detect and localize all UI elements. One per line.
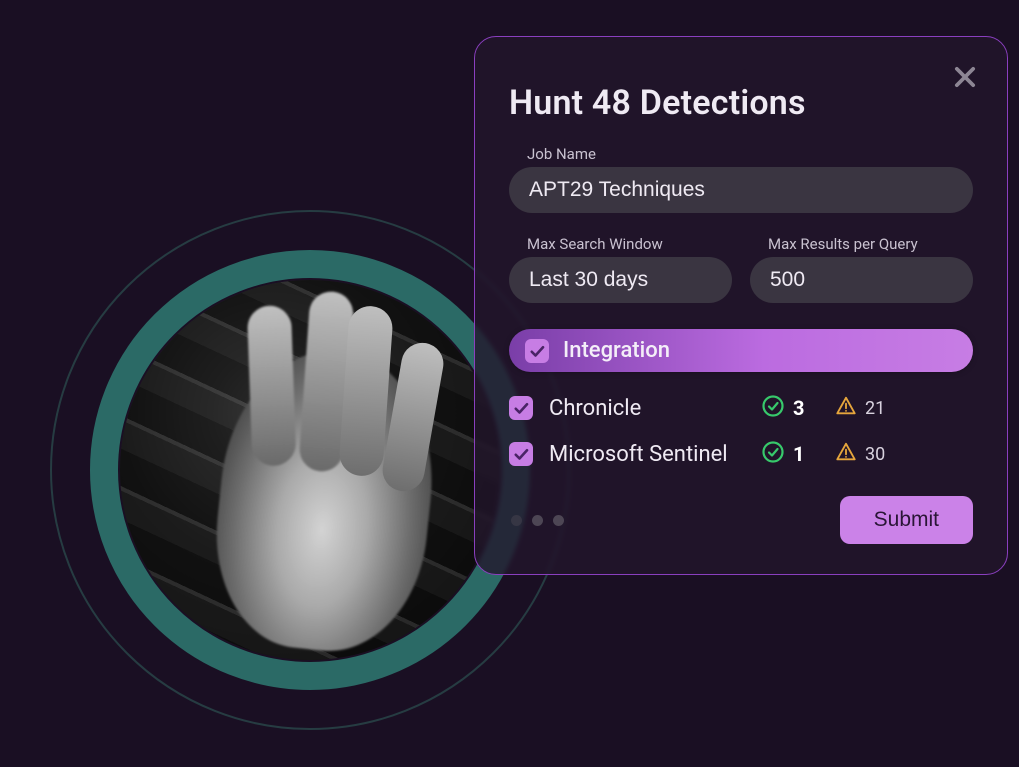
max-results-input[interactable]: [750, 257, 973, 303]
integration-row: Microsoft Sentinel 1: [509, 440, 973, 468]
integration-row: Chronicle 3 21: [509, 394, 973, 422]
warn-count: 21: [865, 398, 885, 419]
integration-list: Chronicle 3 21: [509, 394, 973, 468]
check-icon: [512, 399, 530, 417]
warning-icon: [835, 441, 857, 467]
warning-icon: [835, 395, 857, 421]
job-name-label: Job Name: [509, 145, 973, 163]
integration-header[interactable]: Integration: [509, 329, 973, 372]
integration-checkbox[interactable]: [509, 396, 533, 420]
pagination-dots: [509, 515, 564, 526]
integration-name: Microsoft Sentinel: [549, 442, 745, 467]
integration-master-checkbox[interactable]: [525, 339, 549, 363]
integration-label: Integration: [563, 338, 670, 363]
success-stat: 1: [761, 440, 819, 468]
integration-name: Chronicle: [549, 396, 745, 421]
max-window-input[interactable]: [509, 257, 732, 303]
success-stat: 3: [761, 394, 819, 422]
modal-title: Hunt 48 Detections: [509, 83, 806, 123]
warn-count: 30: [865, 444, 885, 465]
page-dot[interactable]: [553, 515, 564, 526]
max-results-label: Max Results per Query: [750, 235, 973, 253]
warn-stat: 21: [835, 395, 885, 421]
job-name-field: Job Name: [509, 145, 973, 213]
submit-button[interactable]: Submit: [840, 496, 973, 544]
job-name-input[interactable]: [509, 167, 973, 213]
max-results-field: Max Results per Query: [750, 235, 973, 303]
close-icon: [951, 63, 979, 91]
success-icon: [761, 440, 785, 468]
check-icon: [512, 445, 530, 463]
max-window-label: Max Search Window: [509, 235, 732, 253]
hunt-detections-modal: Hunt 48 Detections Job Name Max Search W…: [474, 36, 1008, 575]
page-dot[interactable]: [532, 515, 543, 526]
page-dot[interactable]: [511, 515, 522, 526]
integration-checkbox[interactable]: [509, 442, 533, 466]
success-count: 1: [793, 442, 804, 466]
close-button[interactable]: [951, 63, 979, 95]
success-count: 3: [793, 396, 804, 420]
success-icon: [761, 394, 785, 422]
max-window-field: Max Search Window: [509, 235, 732, 303]
warn-stat: 30: [835, 441, 885, 467]
check-icon: [528, 342, 546, 360]
